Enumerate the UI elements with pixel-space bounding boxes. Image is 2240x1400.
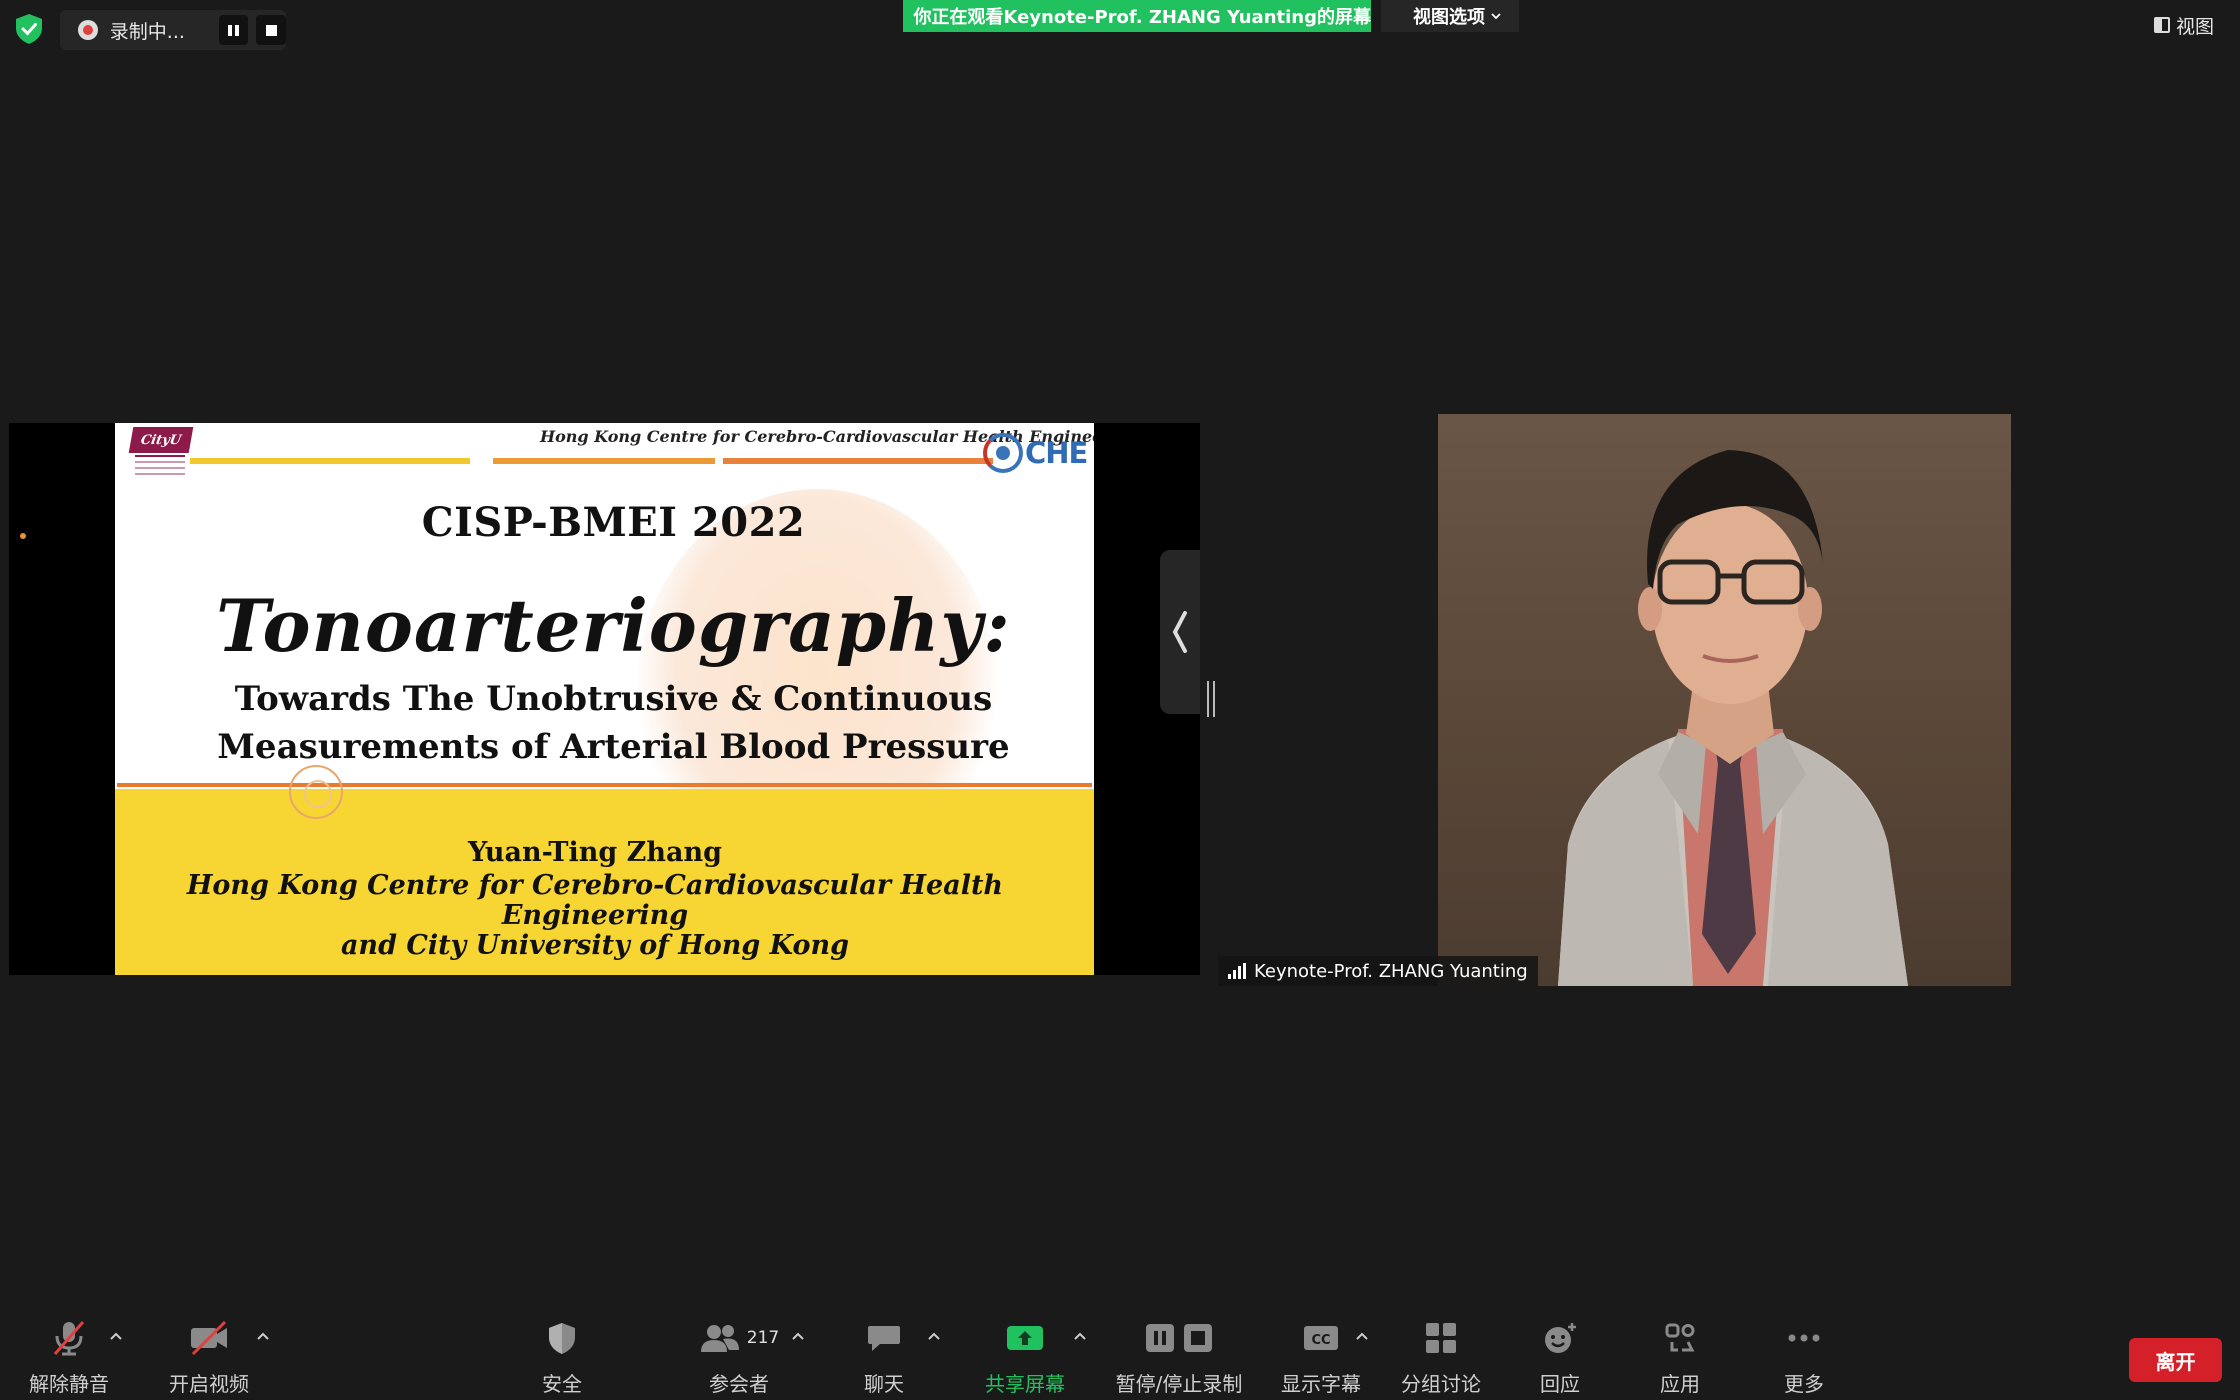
slide-header: CityU Hong Kong Centre for Cerebro-Cardi… (115, 423, 1094, 475)
view-label: 视图 (2176, 15, 2215, 38)
security-shield-icon[interactable] (14, 13, 44, 45)
chat-options-caret-icon[interactable] (926, 1330, 942, 1342)
pause-stop-recording-label: 暂停/停止录制 (1115, 1372, 1243, 1396)
apps-label: 应用 (1660, 1372, 1700, 1396)
start-video-label: 开启视频 (169, 1372, 249, 1396)
pause-recording-icon (1146, 1324, 1174, 1352)
video-camera-off-icon (191, 1320, 227, 1356)
view-button[interactable]: 视图 (2150, 6, 2240, 44)
captions-button[interactable]: CC 显示字幕 (1280, 1312, 1362, 1400)
collapse-panel-button[interactable] (1160, 550, 1200, 714)
stop-recording-button[interactable] (256, 15, 287, 45)
slide-subtitle: Towards The Unobtrusive & Continuous Mea… (115, 675, 1094, 771)
pause-recording-button[interactable] (218, 15, 249, 45)
share-options-caret-icon[interactable] (1072, 1330, 1088, 1342)
cityu-logo-text: CityU (128, 427, 194, 453)
security-label: 安全 (542, 1372, 582, 1396)
participants-options-caret-icon[interactable] (790, 1330, 806, 1342)
recording-label: 录制中... (109, 20, 185, 43)
slide-affiliation: Hong Kong Centre for Cerebro-Cardiovascu… (115, 871, 1075, 961)
audio-options-caret-icon[interactable] (108, 1330, 124, 1342)
captions-options-caret-icon[interactable] (1354, 1330, 1370, 1342)
participants-icon (700, 1325, 739, 1352)
slide-divider (117, 783, 1092, 787)
slide-affiliation-line1: Hong Kong Centre for Cerebro-Cardiovascu… (186, 870, 1004, 931)
breakout-rooms-button[interactable]: 分组讨论 (1400, 1312, 1482, 1400)
stop-recording-icon (1184, 1324, 1212, 1352)
che-logo-text: CHE (1025, 436, 1088, 470)
more-button[interactable]: 更多 (1774, 1312, 1834, 1400)
slide-author: Yuan-Ting Zhang (467, 837, 723, 868)
recording-indicator: 录制中... (60, 10, 287, 50)
che-logo-mark (983, 433, 1023, 473)
more-dots-icon (1788, 1334, 1820, 1342)
che-logo: CHE (983, 429, 1093, 477)
remote-cursor-dot (20, 533, 26, 539)
reactions-label: 回应 (1540, 1372, 1580, 1396)
viewing-banner-text: 你正在观看Keynote-Prof. ZHANG Yuanting的屏幕 (913, 7, 1371, 28)
chevron-left-icon (1172, 611, 1187, 653)
emoji-reaction-icon (1545, 1323, 1576, 1353)
shield-icon (549, 1323, 575, 1354)
breakout-rooms-label: 分组讨论 (1401, 1372, 1481, 1396)
view-options-button[interactable]: 视图选项 (1381, 0, 1519, 32)
chat-button[interactable]: 聊天 (854, 1312, 914, 1400)
participants-label: 参会者 (709, 1372, 769, 1396)
split-view-handle[interactable] (1207, 681, 1215, 717)
unmute-button[interactable]: 解除静音 (26, 1312, 112, 1400)
cityu-logo: CityU (123, 427, 194, 479)
breakout-rooms-icon (1426, 1323, 1456, 1353)
presentation-slide: CityU Hong Kong Centre for Cerebro-Cardi… (115, 423, 1094, 975)
ring-decoration (289, 765, 343, 819)
speaker-portrait (1558, 450, 1908, 986)
security-button[interactable]: 安全 (532, 1312, 592, 1400)
viewing-screen-banner: 你正在观看Keynote-Prof. ZHANG Yuanting的屏幕 (903, 0, 1371, 32)
start-video-button[interactable]: 开启视频 (164, 1312, 254, 1400)
chat-bubble-icon (868, 1326, 900, 1351)
recording-dot-icon (78, 20, 98, 40)
chevron-down-icon (1491, 13, 1501, 20)
signal-strength-icon (1228, 963, 1246, 979)
participant-name: Keynote-Prof. ZHANG Yuanting (1254, 960, 1528, 982)
reactions-button[interactable]: 回应 (1530, 1312, 1590, 1400)
pause-stop-recording-button[interactable]: 暂停/停止录制 (1114, 1312, 1244, 1400)
chat-label: 聊天 (864, 1372, 904, 1396)
view-options-label: 视图选项 (1413, 7, 1485, 28)
pause-icon (228, 24, 239, 36)
more-label: 更多 (1784, 1372, 1824, 1396)
slide-affiliation-line2: and City University of Hong Kong (340, 930, 850, 961)
closed-captions-icon: CC (1304, 1326, 1338, 1350)
speaker-video (1438, 414, 2011, 986)
view-layout-icon (2154, 17, 2170, 33)
unmute-label: 解除静音 (29, 1372, 109, 1396)
slide-subtitle-line2: Measurements of Arterial Blood Pressure (217, 727, 1010, 767)
leave-meeting-button[interactable]: 离开 (2129, 1338, 2222, 1382)
share-screen-label: 共享屏幕 (985, 1372, 1065, 1396)
participant-name-tag: Keynote-Prof. ZHANG Yuanting (1218, 956, 1538, 986)
shared-screen: CityU Hong Kong Centre for Cerebro-Cardi… (9, 423, 1200, 975)
microphone-muted-icon (53, 1321, 85, 1356)
video-options-caret-icon[interactable] (255, 1330, 271, 1342)
slide-subtitle-line1: Towards The Unobtrusive & Continuous (234, 679, 993, 719)
slide-title: Tonoarteriography: (216, 583, 1011, 668)
conference-title: CISP-BMEI 2022 (421, 499, 806, 546)
stop-icon (265, 24, 277, 36)
participants-button[interactable]: 217 参会者 (684, 1312, 794, 1400)
meeting-toolbar: 解除静音 开启视频 安全 217 参会者 聊天 共享屏幕 暂停/停止录制 CC … (0, 1312, 2240, 1400)
captions-icon-text: CC (1311, 1333, 1330, 1348)
apps-button[interactable]: 应用 (1650, 1312, 1710, 1400)
share-screen-button[interactable]: 共享屏幕 (982, 1312, 1068, 1400)
participant-count: 217 (746, 1328, 780, 1348)
share-screen-icon (1007, 1326, 1043, 1350)
apps-icon (1665, 1323, 1695, 1352)
captions-label: 显示字幕 (1281, 1372, 1361, 1396)
